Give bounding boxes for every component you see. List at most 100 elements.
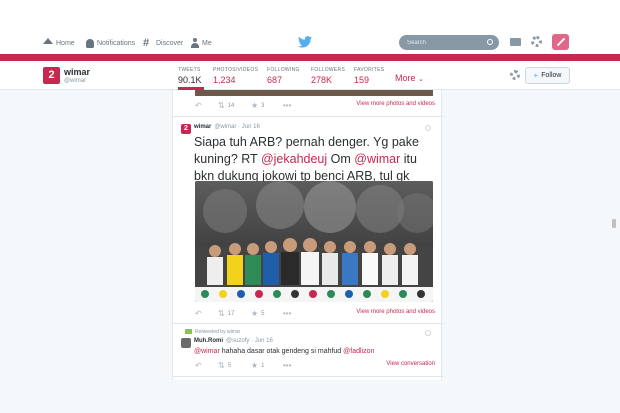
- retweet-icon: ⇅: [218, 101, 225, 110]
- retweet-badge-icon: [185, 329, 192, 335]
- search-input[interactable]: [407, 37, 483, 48]
- stat-followers-value: 278K: [311, 75, 333, 85]
- stat-favorites[interactable]: FAVORITES 159: [354, 67, 384, 85]
- follow-label: Follow: [541, 72, 562, 79]
- reply-icon[interactable]: ↶: [195, 309, 205, 318]
- search-icon[interactable]: [487, 39, 493, 45]
- retweeted-by-label[interactable]: Retweeted by wimar: [185, 329, 240, 335]
- retweet-icon: ⇅: [218, 361, 225, 370]
- mention-link[interactable]: @wimar: [194, 348, 220, 355]
- retweet-count: 17: [227, 310, 235, 317]
- nav-notifications-label: Notifications: [97, 39, 136, 47]
- more-options-icon[interactable]: •••: [283, 361, 294, 370]
- tweet-0-actions: ↶ ⇅ 14 ★ 3 ••• View more photos and videos: [173, 100, 443, 112]
- favorite-count: 1: [261, 362, 265, 369]
- profile-avatar[interactable]: 2: [43, 67, 60, 84]
- tweet-1-text-b: Om: [327, 152, 355, 166]
- star-icon: ★: [251, 361, 259, 370]
- stat-favorites-label: FAVORITES: [354, 67, 385, 73]
- user-icon: [191, 38, 199, 48]
- top-navigation: Home Notifications # Discover Me: [0, 0, 620, 54]
- more-label: More: [395, 73, 416, 83]
- reply-icon[interactable]: ↶: [195, 101, 205, 110]
- hashtag-icon: #: [143, 37, 150, 49]
- tweet-2-avatar[interactable]: [181, 338, 191, 348]
- compose-tweet-button[interactable]: [552, 34, 569, 50]
- profile-handle: @wimar: [64, 78, 87, 84]
- home-icon: [43, 38, 53, 44]
- retweeted-by-text: Retweeted by wimar: [195, 329, 241, 335]
- tweet-1-avatar[interactable]: 2: [181, 124, 191, 134]
- reply-icon[interactable]: ↶: [195, 361, 205, 370]
- favorite-count: 5: [261, 310, 265, 317]
- nav-home-label: Home: [56, 39, 75, 47]
- favorite-action[interactable]: ★ 1: [251, 361, 265, 370]
- more-dropdown[interactable]: More ⌄: [395, 73, 424, 83]
- tweet-1-header[interactable]: wimar @wimar · Jun 16: [194, 124, 260, 130]
- profile-gear-icon[interactable]: [510, 70, 520, 80]
- stat-tweets-value: 90.1K: [178, 75, 202, 85]
- tweet-1-photo[interactable]: [195, 181, 433, 302]
- settings-gear-icon[interactable]: [531, 36, 542, 47]
- tweet-2-text: @wimar hahaha dasar otak gendeng si mahf…: [194, 348, 374, 355]
- follow-button[interactable]: + Follow: [525, 67, 570, 84]
- bell-icon: [86, 38, 94, 48]
- stat-photos-videos-label: PHOTOS/VIDEOS: [213, 67, 259, 73]
- retweet-action[interactable]: ⇅ 17: [218, 309, 234, 318]
- nav-discover[interactable]: # Discover: [143, 36, 183, 50]
- stat-following-value: 687: [267, 75, 283, 85]
- stat-tweets-label: TWEETS: [178, 67, 201, 73]
- nav-home[interactable]: Home: [43, 36, 75, 50]
- retweet-action[interactable]: ⇅ 5: [218, 361, 231, 370]
- twitter-profile-page: Home Notifications # Discover Me 2 wimar…: [0, 0, 620, 413]
- tweet-2-caret-icon[interactable]: [425, 330, 431, 336]
- profile-header-banner: [0, 54, 620, 61]
- star-icon: ★: [251, 101, 259, 110]
- stat-followers-label: FOLLOWERS: [311, 67, 346, 73]
- tweet-1-name: wimar: [194, 124, 212, 130]
- direct-messages-icon[interactable]: [510, 38, 521, 46]
- stat-photos-videos[interactable]: PHOTOS/VIDEOS 1,234: [213, 67, 258, 85]
- star-icon: ★: [251, 309, 259, 318]
- tweet-2-header[interactable]: Muh.Romi @suzofy · Jun 16: [194, 338, 273, 344]
- chevron-down-icon: ⌄: [418, 76, 424, 83]
- view-more-media-link[interactable]: View more photos and videos: [356, 309, 435, 315]
- scrollbar-thumb[interactable]: [612, 219, 616, 228]
- stat-tweets[interactable]: TWEETS 90.1K: [178, 67, 204, 90]
- favorite-action[interactable]: ★ 3: [251, 101, 265, 110]
- divider: [173, 323, 443, 324]
- mention-link[interactable]: @jekahdeuj: [261, 152, 327, 166]
- divider: [173, 376, 443, 377]
- timeline-stream: ↶ ⇅ 14 ★ 3 ••• View more photos and videos…: [172, 90, 443, 380]
- tweet-1-meta: @wimar · Jun 16: [214, 124, 260, 130]
- nav-me[interactable]: Me: [191, 36, 212, 50]
- more-options-icon[interactable]: •••: [283, 309, 294, 318]
- tweet-0-media-strip[interactable]: [195, 90, 433, 96]
- mention-link[interactable]: @wimar: [354, 152, 400, 166]
- photo-illustration: [195, 181, 433, 302]
- view-more-media-link[interactable]: View more photos and videos: [356, 101, 435, 107]
- profile-nav: 2 wimar @wimar TWEETS 90.1K PHOTOS/VIDEO…: [0, 61, 620, 90]
- nav-notifications[interactable]: Notifications: [86, 36, 135, 50]
- more-options-icon[interactable]: •••: [283, 101, 294, 110]
- nav-me-label: Me: [202, 39, 212, 47]
- mention-link[interactable]: @fadlizon: [343, 348, 374, 355]
- view-conversation-link[interactable]: View conversation: [386, 361, 435, 367]
- favorite-action[interactable]: ★ 5: [251, 309, 265, 318]
- stat-following[interactable]: FOLLOWING 687: [267, 67, 300, 85]
- retweet-action[interactable]: ⇅ 14: [218, 101, 234, 110]
- tweet-2-actions: ↶ ⇅ 5 ★ 1 ••• View conversation: [173, 360, 443, 372]
- twitter-bird-icon[interactable]: [298, 36, 312, 48]
- tweet-1-caret-icon[interactable]: [425, 125, 431, 131]
- stat-followers[interactable]: FOLLOWERS 278K: [311, 67, 345, 85]
- profile-name[interactable]: wimar: [64, 67, 90, 77]
- retweet-count: 14: [227, 102, 235, 109]
- divider: [173, 116, 443, 117]
- tweet-1-text: Siapa tuh ARB? pernah denger. Yg pake ku…: [194, 134, 434, 185]
- search-box: [399, 35, 499, 50]
- tweet-2-meta: @suzofy · Jun 16: [226, 338, 273, 344]
- favorite-count: 3: [261, 102, 265, 109]
- nav-discover-label: Discover: [156, 39, 184, 47]
- tweet-1-actions: ↶ ⇅ 17 ★ 5 ••• View more photos and videos: [173, 308, 443, 320]
- tweet-2-name: Muh.Romi: [194, 338, 223, 344]
